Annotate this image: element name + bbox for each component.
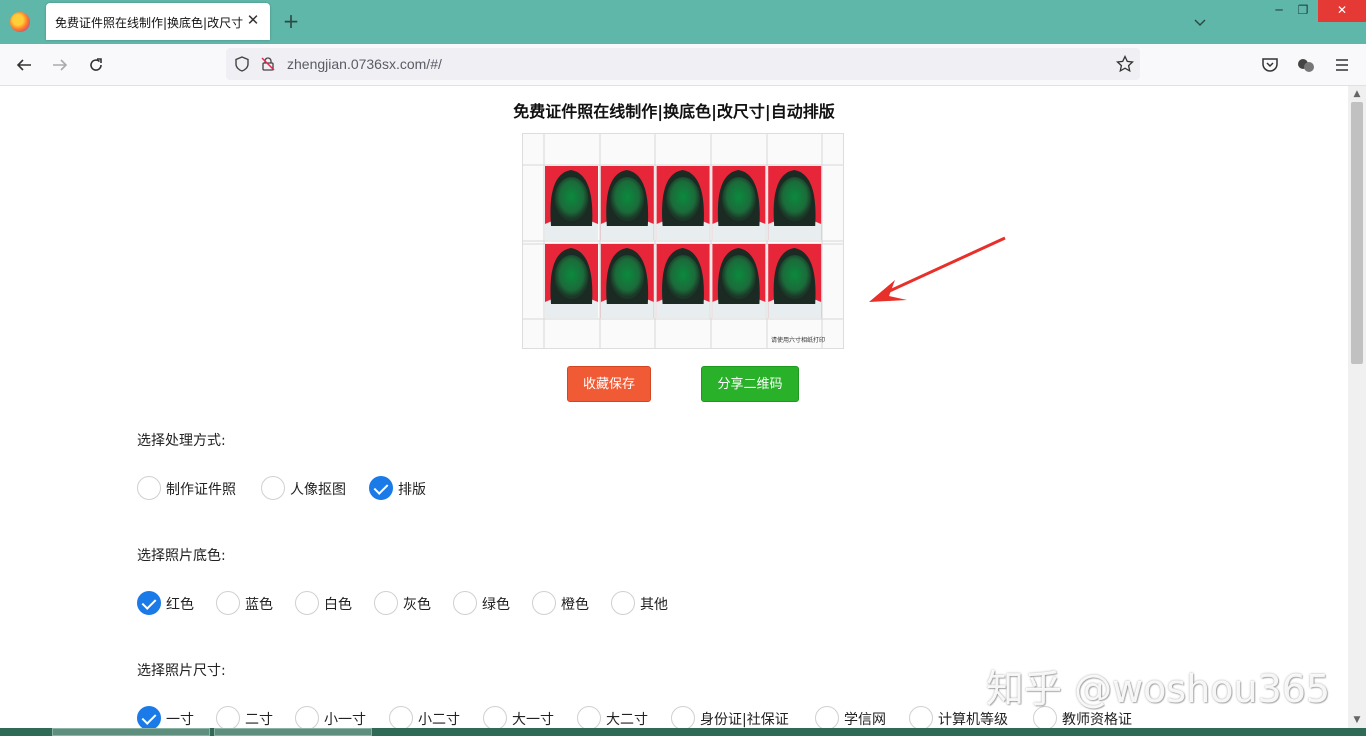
id-photo xyxy=(545,166,598,240)
radio-label: 蓝色 xyxy=(245,597,273,613)
radio-unchecked-icon[interactable] xyxy=(909,706,933,728)
radio-label: 橙色 xyxy=(561,597,589,613)
id-photo xyxy=(545,244,598,318)
radio-label: 二寸 xyxy=(245,712,273,728)
radio-unchecked-icon[interactable] xyxy=(216,591,240,615)
nav-toolbar: zhengjian.0736sx.com/#/ xyxy=(0,44,1366,86)
page-content: 免费证件照在线制作|换底色|改尺寸|自动排版 请使用六寸相纸打印 收藏保存 分享… xyxy=(0,86,1348,728)
scrollbar-thumb[interactable] xyxy=(1351,102,1363,364)
radio-unchecked-icon[interactable] xyxy=(453,591,477,615)
forward-icon[interactable] xyxy=(48,53,72,77)
extensions-icon[interactable] xyxy=(1294,53,1318,77)
page-title: 免费证件照在线制作|换底色|改尺寸|自动排版 xyxy=(513,102,835,121)
radio-label: 其他 xyxy=(640,597,668,613)
close-window-button[interactable]: ✕ xyxy=(1318,0,1366,22)
radio-unchecked-icon[interactable] xyxy=(577,706,601,728)
scroll-down-icon[interactable]: ▼ xyxy=(1348,712,1366,728)
taskbar-item[interactable] xyxy=(52,728,210,736)
radio-checked-icon[interactable] xyxy=(137,706,161,728)
radio-unchecked-icon[interactable] xyxy=(216,706,240,728)
radio-unchecked-icon[interactable] xyxy=(137,476,161,500)
back-icon[interactable] xyxy=(12,53,36,77)
radio-label: 大一寸 xyxy=(512,712,554,728)
id-photo xyxy=(656,166,710,240)
watermark: 知乎 @woshou365 xyxy=(986,667,1331,711)
scroll-up-icon[interactable]: ▲ xyxy=(1348,86,1366,102)
radio-label: 小二寸 xyxy=(418,712,460,728)
radio-label: 一寸 xyxy=(166,712,194,728)
radio-label: 排版 xyxy=(398,482,426,498)
taskbar-item[interactable] xyxy=(214,728,372,736)
close-tab-icon[interactable]: ✕ xyxy=(244,11,262,29)
photo-layout-preview: 请使用六寸相纸打印 xyxy=(522,133,844,349)
id-photo xyxy=(768,166,822,240)
section-label: 选择照片底色: xyxy=(137,548,226,564)
red-arrow-annotation xyxy=(869,236,1006,302)
url-bar[interactable]: zhengjian.0736sx.com/#/ xyxy=(226,48,1140,80)
radio-unchecked-icon[interactable] xyxy=(483,706,507,728)
radio-label: 红色 xyxy=(166,597,194,613)
insecure-lock-icon[interactable] xyxy=(256,52,280,76)
id-photo xyxy=(656,244,710,318)
id-photo xyxy=(712,166,766,240)
radio-unchecked-icon[interactable] xyxy=(611,591,635,615)
section-label: 选择照片尺寸: xyxy=(137,663,226,679)
id-photo xyxy=(768,244,822,318)
tab-strip: 免费证件照在线制作|换底色|改尺寸 ✕ + ─ ❐ ✕ xyxy=(0,0,1366,44)
radio-label: 大二寸 xyxy=(606,712,648,728)
radio-label: 灰色 xyxy=(403,597,431,613)
id-photo xyxy=(712,244,766,318)
id-photo xyxy=(600,244,654,318)
radio-label: 白色 xyxy=(324,597,352,613)
radio-unchecked-icon[interactable] xyxy=(295,591,319,615)
radio-label: 人像抠图 xyxy=(290,482,346,498)
radio-unchecked-icon[interactable] xyxy=(671,706,695,728)
radio-unchecked-icon[interactable] xyxy=(261,476,285,500)
url-text: zhengjian.0736sx.com/#/ xyxy=(287,56,442,72)
radio-unchecked-icon[interactable] xyxy=(389,706,413,728)
pocket-icon[interactable] xyxy=(1258,53,1282,77)
vertical-scrollbar[interactable]: ▲ ▼ xyxy=(1348,86,1366,728)
radio-checked-icon[interactable] xyxy=(137,591,161,615)
share-qrcode-button[interactable]: 分享二维码 xyxy=(701,366,799,402)
radio-unchecked-icon[interactable] xyxy=(374,591,398,615)
photo-grid-image xyxy=(523,134,843,348)
new-tab-icon[interactable]: + xyxy=(280,10,302,32)
reload-icon[interactable] xyxy=(84,53,108,77)
radio-unchecked-icon[interactable] xyxy=(532,591,556,615)
firefox-logo-icon xyxy=(10,12,30,32)
save-favorite-button[interactable]: 收藏保存 xyxy=(567,366,651,402)
radio-label: 制作证件照 xyxy=(166,482,236,498)
radio-unchecked-icon[interactable] xyxy=(295,706,319,728)
tab-title: 免费证件照在线制作|换底色|改尺寸 xyxy=(55,16,244,30)
section-label: 选择处理方式: xyxy=(137,433,226,449)
radio-label: 学信网 xyxy=(844,712,886,728)
radio-label: 身份证|社保证 xyxy=(700,712,789,728)
print-note: 请使用六寸相纸打印 xyxy=(771,337,826,344)
id-photo xyxy=(600,166,654,240)
radio-label: 绿色 xyxy=(482,597,510,613)
taskbar xyxy=(0,728,1366,736)
shield-icon[interactable] xyxy=(230,52,254,76)
chevron-down-icon[interactable] xyxy=(1190,12,1210,32)
bookmark-star-icon[interactable] xyxy=(1113,52,1137,76)
menu-icon[interactable] xyxy=(1330,53,1354,77)
radio-unchecked-icon[interactable] xyxy=(815,706,839,728)
browser-tab[interactable]: 免费证件照在线制作|换底色|改尺寸 ✕ xyxy=(46,3,270,40)
radio-checked-icon[interactable] xyxy=(369,476,393,500)
radio-label: 小一寸 xyxy=(324,712,366,728)
